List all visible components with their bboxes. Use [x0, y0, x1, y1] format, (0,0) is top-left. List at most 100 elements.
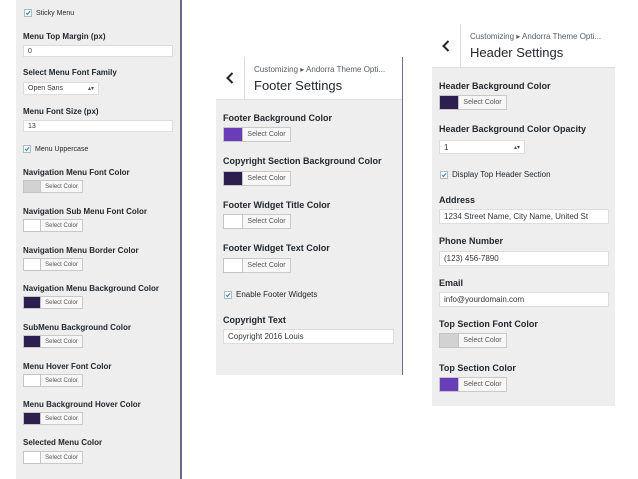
- color-picker[interactable]: Select Color: [23, 374, 83, 387]
- copyright-text-label: Copyright Text: [223, 315, 286, 325]
- display-top-header-checkbox[interactable]: Display Top Header Section: [440, 170, 551, 179]
- menu-uppercase-label: Menu Uppercase: [35, 145, 89, 153]
- display-top-header-label: Display Top Header Section: [452, 170, 551, 179]
- color-picker[interactable]: Select Color: [223, 127, 291, 142]
- chevron-left-icon: [442, 39, 450, 52]
- address-label: Address: [439, 195, 476, 205]
- color-swatch[interactable]: [23, 258, 41, 271]
- color-picker[interactable]: Select Color: [23, 296, 83, 309]
- color-swatch[interactable]: [223, 171, 243, 186]
- select-color-button[interactable]: Select Color: [243, 258, 291, 273]
- email-label: Email: [439, 278, 464, 288]
- phone-number-label: Phone Number: [439, 236, 504, 246]
- color-swatch[interactable]: [223, 258, 243, 273]
- color-picker[interactable]: Select Color: [23, 258, 83, 271]
- menu-top-margin-input[interactable]: 0: [23, 45, 173, 57]
- color-picker[interactable]: Select Color: [439, 95, 507, 110]
- color-label: Menu Hover Font Color: [23, 362, 112, 371]
- back-button[interactable]: [216, 57, 245, 99]
- color-swatch[interactable]: [23, 451, 41, 464]
- color-swatch[interactable]: [223, 127, 243, 142]
- checkmark-icon: [441, 172, 447, 177]
- copyright-text-input[interactable]: Copyright 2016 Louis: [223, 329, 394, 344]
- color-swatch[interactable]: [23, 219, 41, 232]
- color-swatch[interactable]: [23, 335, 41, 348]
- color-swatch[interactable]: [23, 180, 41, 193]
- top-section-font-color-label: Top Section Font Color: [439, 319, 538, 329]
- select-color-button[interactable]: Select Color: [243, 127, 291, 142]
- select-color-button[interactable]: Select Color: [459, 377, 507, 392]
- color-picker[interactable]: Select Color: [223, 258, 291, 273]
- color-picker[interactable]: Select Color: [223, 171, 291, 186]
- header-background-color-label: Header Background Color: [439, 81, 551, 91]
- menu-uppercase-checkbox[interactable]: Menu Uppercase: [23, 145, 88, 153]
- color-label: Navigation Sub Menu Font Color: [23, 207, 147, 216]
- breadcrumb: Customizing ▸ Andorra Theme Opti...: [470, 32, 602, 41]
- color-picker[interactable]: Select Color: [23, 335, 83, 348]
- color-swatch[interactable]: [23, 374, 41, 387]
- section-title: Footer Settings: [254, 78, 343, 93]
- select-color-button[interactable]: Select Color: [459, 95, 507, 110]
- menu-font-family-label: Select Menu Font Family: [23, 68, 117, 77]
- breadcrumb: Customizing ▸ Andorra Theme Opti...: [254, 65, 386, 74]
- color-picker[interactable]: Select Color: [439, 333, 507, 348]
- menu-font-family-value: Open Sans: [28, 85, 64, 92]
- color-picker[interactable]: Select Color: [23, 219, 83, 232]
- header-settings-panel: Customizing ▸ Andorra Theme Opti... Head…: [432, 24, 615, 406]
- color-picker[interactable]: Select Color: [439, 377, 507, 392]
- select-color-button[interactable]: Select Color: [459, 333, 507, 348]
- footer-settings-panel: Customizing ▸ Andorra Theme Opti... Foot…: [216, 57, 403, 375]
- color-label: SubMenu Background Color: [23, 323, 131, 332]
- checkbox-box[interactable]: [224, 290, 232, 299]
- color-picker[interactable]: Select Color: [223, 214, 291, 229]
- color-picker[interactable]: Select Color: [23, 180, 83, 193]
- color-label: Footer Widget Text Color: [223, 243, 330, 253]
- back-button[interactable]: [432, 24, 461, 67]
- color-swatch[interactable]: [439, 333, 459, 348]
- section-header: Customizing ▸ Andorra Theme Opti... Foot…: [216, 57, 402, 100]
- select-color-button[interactable]: Select Color: [41, 258, 83, 271]
- color-label: Navigation Menu Font Color: [23, 168, 130, 177]
- menu-top-margin-label: Menu Top Margin (px): [23, 32, 106, 41]
- email-input[interactable]: info@yourdomain.com: [439, 292, 609, 307]
- enable-footer-widgets-checkbox[interactable]: Enable Footer Widgets: [224, 290, 317, 299]
- color-label: Footer Background Color: [223, 113, 333, 123]
- select-color-button[interactable]: Select Color: [243, 214, 291, 229]
- select-color-button[interactable]: Select Color: [41, 412, 83, 425]
- checkbox-box[interactable]: [23, 145, 31, 153]
- top-section-color-label: Top Section Color: [439, 363, 516, 373]
- section-title: Header Settings: [470, 45, 564, 60]
- up-down-arrows-icon: ▴▾: [87, 86, 94, 92]
- menu-font-size-input[interactable]: 13: [23, 120, 173, 132]
- color-picker[interactable]: Select Color: [23, 412, 83, 425]
- checkmark-icon: [25, 10, 31, 16]
- header-opacity-select[interactable]: 1 ▴▾: [439, 140, 525, 154]
- checkmark-icon: [225, 292, 231, 297]
- color-label: Navigation Menu Border Color: [23, 246, 139, 255]
- enable-footer-widgets-label: Enable Footer Widgets: [236, 290, 318, 299]
- phone-number-input[interactable]: (123) 456-7890: [439, 251, 609, 266]
- address-input[interactable]: 1234 Street Name, City Name, United St: [439, 209, 609, 224]
- color-label: Navigation Menu Background Color: [23, 284, 160, 293]
- menu-font-family-select[interactable]: Open Sans ▴▾: [23, 82, 99, 95]
- color-swatch[interactable]: [439, 95, 459, 110]
- select-color-button[interactable]: Select Color: [41, 335, 83, 348]
- color-swatch[interactable]: [223, 214, 243, 229]
- select-color-button[interactable]: Select Color: [41, 219, 83, 232]
- sticky-menu-checkbox[interactable]: Sticky Menu: [24, 9, 74, 17]
- up-down-arrows-icon: ▴▾: [513, 144, 520, 151]
- color-label: Footer Widget Title Color: [223, 200, 331, 210]
- checkbox-box[interactable]: [440, 170, 448, 179]
- checkbox-box[interactable]: [24, 9, 32, 17]
- select-color-button[interactable]: Select Color: [41, 296, 83, 309]
- color-swatch[interactable]: [23, 296, 41, 309]
- select-color-button[interactable]: Select Color: [41, 180, 83, 193]
- select-color-button[interactable]: Select Color: [41, 451, 83, 464]
- color-label: Copyright Section Background Color: [223, 156, 382, 166]
- select-color-button[interactable]: Select Color: [243, 171, 291, 186]
- checkmark-icon: [24, 146, 30, 152]
- color-picker[interactable]: Select Color: [23, 451, 83, 464]
- color-swatch[interactable]: [439, 377, 459, 392]
- select-color-button[interactable]: Select Color: [41, 374, 83, 387]
- color-swatch[interactable]: [23, 412, 41, 425]
